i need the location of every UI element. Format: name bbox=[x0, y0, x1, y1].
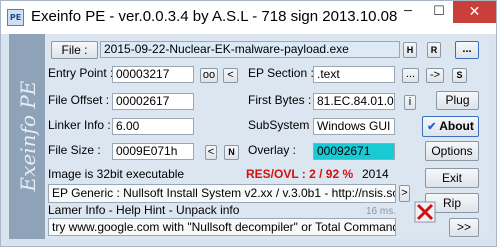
entry-point-field[interactable]: 00003217 bbox=[112, 66, 194, 83]
file-offset-field[interactable]: 00002617 bbox=[112, 93, 194, 110]
overlay-field[interactable]: 00092671 bbox=[313, 143, 395, 160]
ep-back-button[interactable]: < bbox=[223, 68, 238, 83]
browse-button[interactable]: ... bbox=[455, 41, 479, 59]
plug-button[interactable]: Plug bbox=[436, 91, 479, 110]
minimize-button[interactable]: ─ bbox=[393, 1, 423, 23]
lamer-info-text: Lamer Info - Help Hint - Unpack info bbox=[48, 203, 240, 217]
side-logo-text: Exeinfo PE bbox=[16, 80, 40, 192]
about-label: About bbox=[439, 119, 474, 133]
exit-button[interactable]: Exit bbox=[425, 168, 479, 188]
entry-point-label: Entry Point : bbox=[48, 66, 114, 80]
app-window: PE Exeinfo PE - ver.0.0.3.4 by A.S.L - 7… bbox=[0, 0, 497, 247]
side-logo: Exeinfo PE bbox=[9, 34, 45, 239]
app-icon: PE bbox=[7, 9, 24, 26]
ep-section-label: EP Section : bbox=[248, 66, 314, 80]
r-button[interactable]: R bbox=[427, 42, 441, 58]
s-button[interactable]: S bbox=[452, 68, 467, 83]
oo-button[interactable]: oo bbox=[200, 68, 218, 83]
hex-button[interactable]: H bbox=[403, 42, 417, 58]
first-bytes-field[interactable]: 81.EC.84.01.00 bbox=[313, 93, 395, 110]
options-button[interactable]: Options bbox=[425, 141, 479, 161]
ep-generic-next-button[interactable]: > bbox=[399, 185, 410, 202]
first-bytes-label: First Bytes : bbox=[248, 93, 312, 107]
n-button[interactable]: N bbox=[224, 145, 239, 160]
res-ovl-status: RES/OVL : 2 / 92 % bbox=[246, 167, 354, 181]
subsystem-label: SubSystem : bbox=[248, 118, 317, 132]
section-list-button[interactable]: ... bbox=[402, 68, 419, 83]
window-title: Exeinfo PE - ver.0.0.3.4 by A.S.L - 718 … bbox=[31, 8, 398, 25]
overlay-label: Overlay : bbox=[248, 143, 297, 157]
maximize-button[interactable]: ☐ bbox=[425, 1, 453, 23]
about-icon: ✔ bbox=[427, 121, 437, 133]
title-bar[interactable]: PE Exeinfo PE - ver.0.0.3.4 by A.S.L - 7… bbox=[1, 1, 496, 34]
ep-generic-field[interactable]: EP Generic : Nullsoft Install System v2.… bbox=[48, 184, 396, 203]
linker-info-field[interactable]: 6.00 bbox=[112, 118, 194, 135]
first-bytes-info-button[interactable]: i bbox=[404, 95, 416, 110]
image-bits-status: Image is 32bit executable bbox=[48, 167, 185, 181]
scan-tool-icon[interactable] bbox=[414, 201, 436, 223]
file-size-label: File Size : bbox=[48, 143, 101, 157]
file-path-field[interactable]: 2015-09-22-Nuclear-EK-malware-payload.ex… bbox=[100, 41, 400, 58]
file-size-field[interactable]: 0009E071h bbox=[112, 143, 194, 160]
about-button[interactable]: ✔ About bbox=[422, 116, 479, 137]
subsystem-field[interactable]: Windows GUI bbox=[313, 118, 395, 135]
next-hint-button[interactable]: >> bbox=[449, 218, 479, 237]
file-size-back-button[interactable]: < bbox=[205, 145, 217, 160]
go-section-button[interactable]: -> bbox=[426, 68, 444, 83]
ep-section-field[interactable]: .text bbox=[313, 66, 395, 83]
file-offset-label: File Offset : bbox=[48, 93, 110, 107]
close-button[interactable]: ✕ bbox=[453, 1, 496, 23]
scan-time: 16 ms. bbox=[366, 206, 397, 217]
year-label: 2014 bbox=[362, 167, 389, 181]
file-button[interactable]: File : bbox=[51, 41, 98, 59]
linker-info-label: Linker Info : bbox=[48, 118, 111, 132]
hint-field[interactable]: try www.google.com with "Nullsoft decomp… bbox=[48, 218, 396, 236]
